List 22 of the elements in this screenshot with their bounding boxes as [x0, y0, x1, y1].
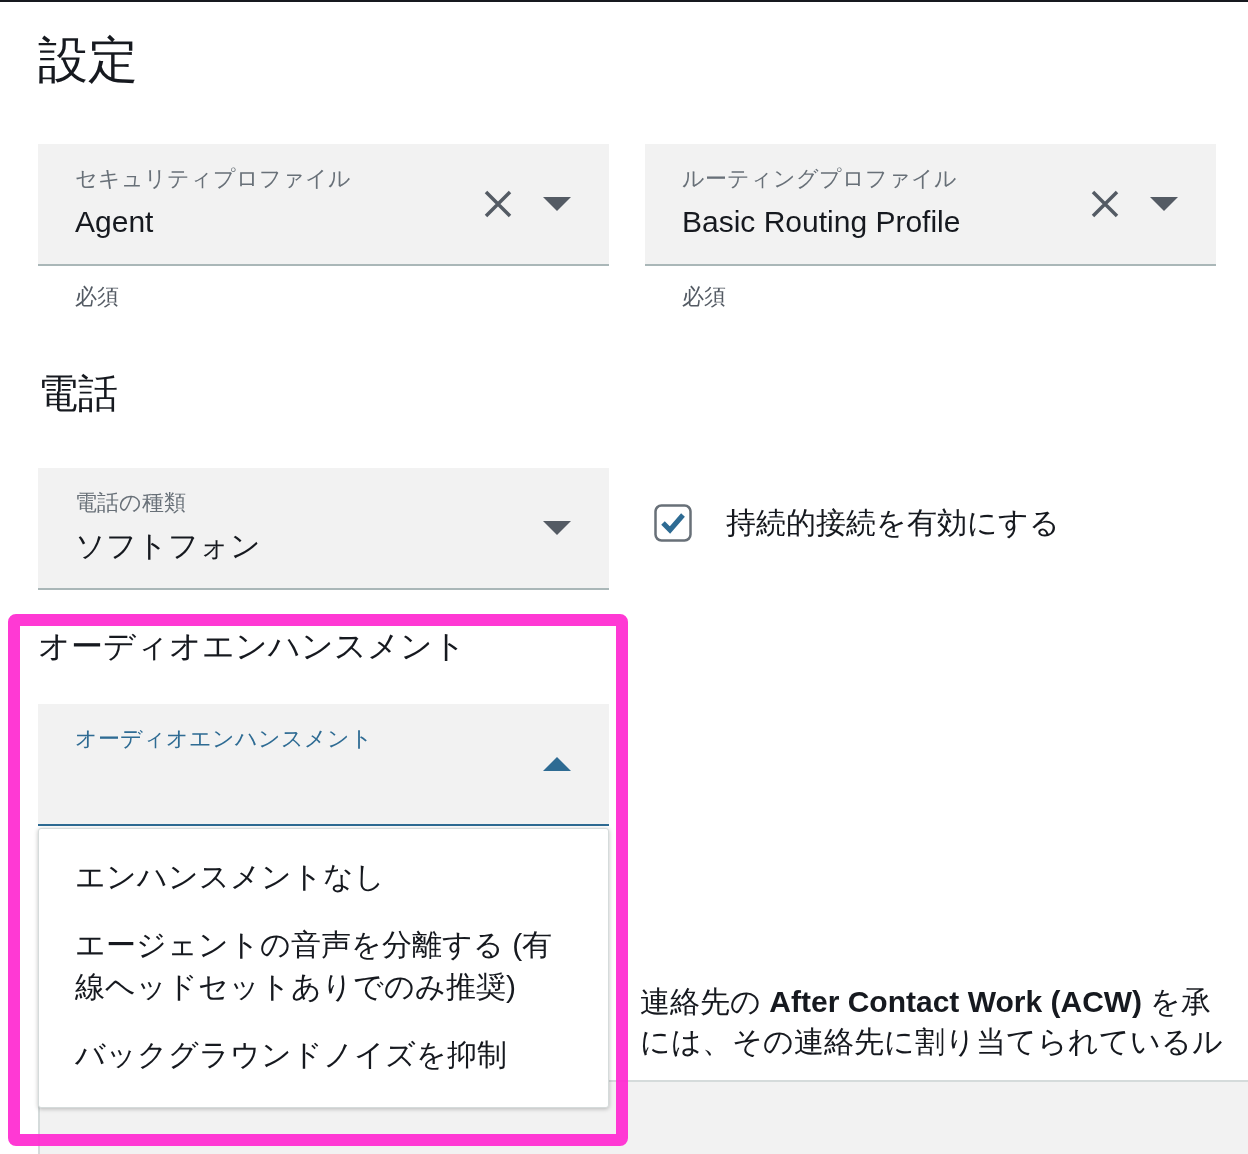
select-field[interactable]: 電話の種類 ソフトフォン [38, 468, 609, 590]
description-text: 連絡先の After Contact Work (ACW) を承 [640, 984, 1213, 1020]
dropdown-option[interactable]: エンハンスメントなし [75, 843, 568, 911]
checkbox[interactable] [654, 504, 692, 542]
dropdown-option[interactable]: エージェントの音声を分離する (有線ヘッドセットありでのみ推奨) [75, 911, 568, 1021]
required-hint: 必須 [682, 283, 727, 311]
checkbox-label: 持続的接続を有効にする [726, 504, 1060, 541]
caret-down-icon[interactable] [543, 197, 571, 211]
select-field[interactable]: セキュリティプロファイル Agent [38, 144, 609, 266]
section-title: 電話 [38, 370, 119, 417]
section-title: オーディオエンハンスメント [38, 627, 467, 666]
clear-icon[interactable] [1090, 189, 1120, 219]
caret-up-icon[interactable] [543, 757, 571, 771]
clear-icon[interactable] [483, 189, 513, 219]
dropdown-option[interactable]: バックグラウンドノイズを抑制 [75, 1021, 568, 1089]
caret-down-icon[interactable] [1150, 197, 1178, 211]
required-hint: 必須 [75, 283, 120, 311]
select-field[interactable]: オーディオエンハンスメント [38, 704, 609, 826]
caret-down-icon[interactable] [543, 521, 571, 535]
description-text: には、その連絡先に割り当てられているル [640, 1024, 1224, 1060]
page-title: 設定 [38, 31, 139, 90]
select-field[interactable]: ルーティングプロファイル Basic Routing Profile [645, 144, 1216, 266]
